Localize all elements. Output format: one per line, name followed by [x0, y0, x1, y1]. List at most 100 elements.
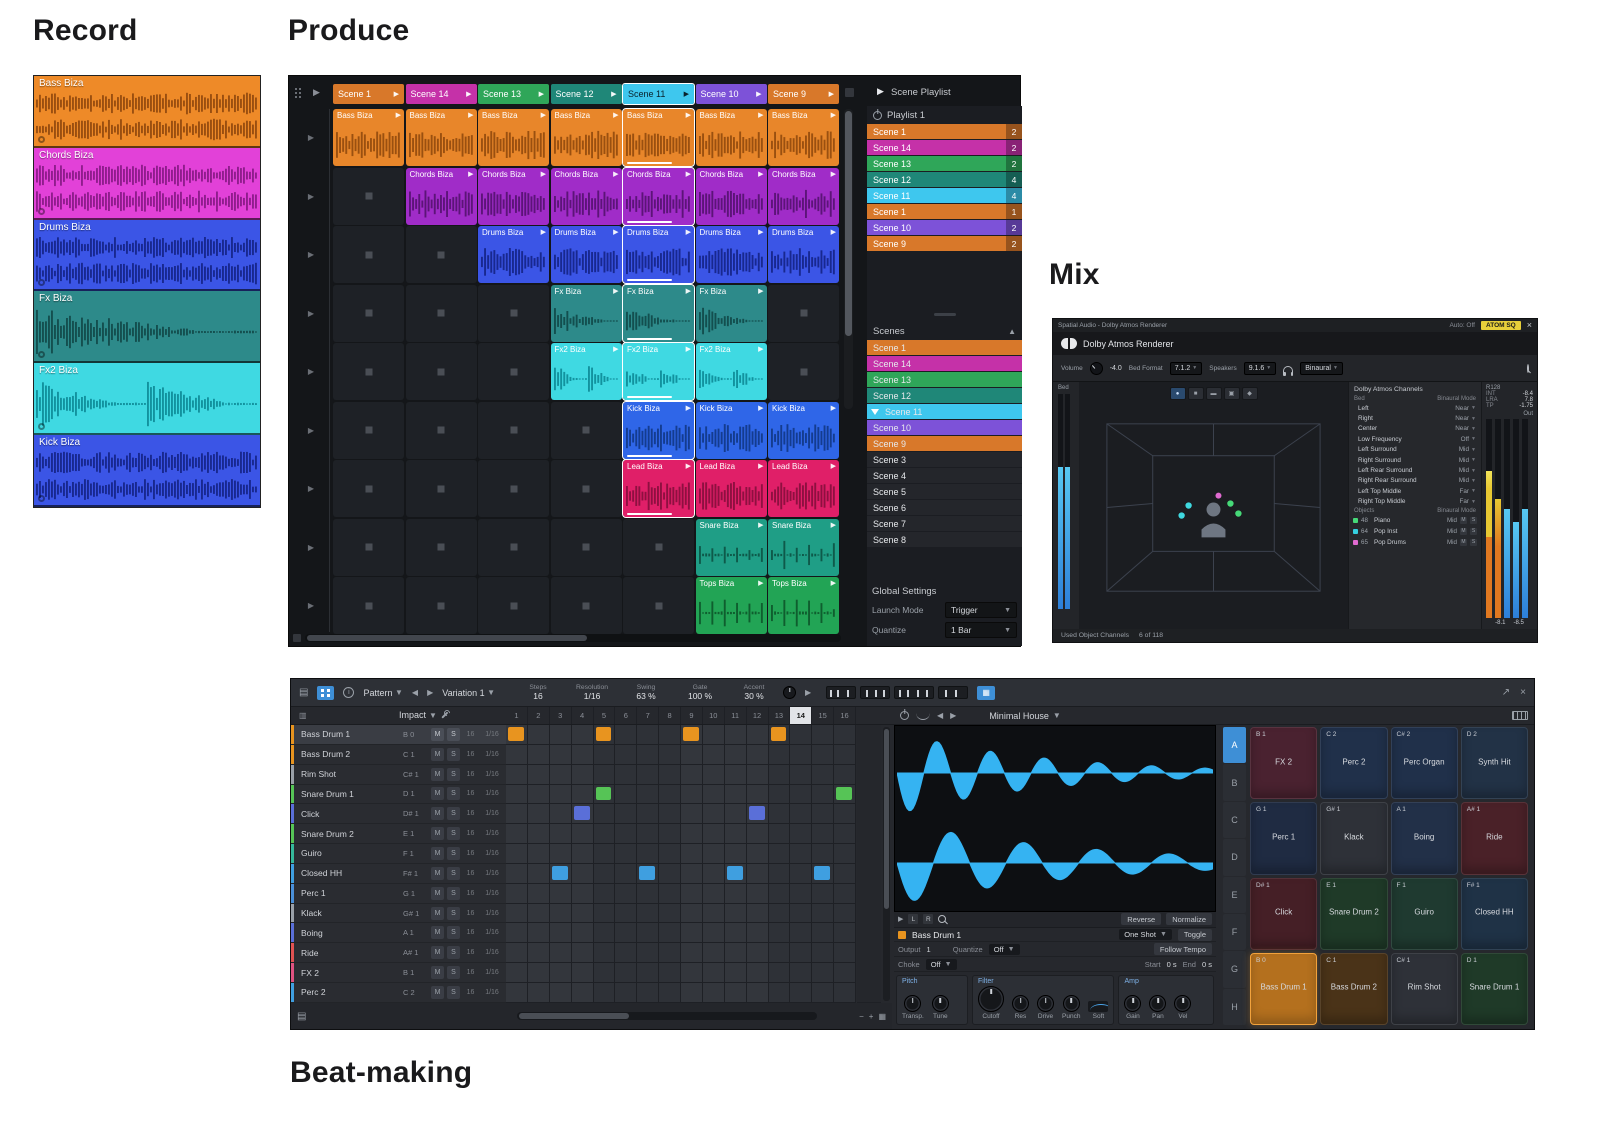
- step-cell[interactable]: [834, 824, 856, 844]
- clip-slot[interactable]: Bass Biza ▶: [623, 109, 694, 166]
- step-cell[interactable]: [594, 963, 616, 983]
- step-cell[interactable]: [812, 963, 834, 983]
- step-cell[interactable]: [659, 745, 681, 765]
- track-step-count[interactable]: 16: [463, 969, 478, 976]
- close-icon[interactable]: ×: [1520, 687, 1526, 698]
- track-step-count[interactable]: 16: [463, 810, 478, 817]
- pad-bank-button[interactable]: C: [1223, 802, 1246, 838]
- step-cell[interactable]: [681, 765, 703, 785]
- mute-button[interactable]: M: [431, 787, 444, 800]
- instrument-list-icon[interactable]: ▥: [299, 711, 307, 720]
- clip-play-icon[interactable]: ▶: [686, 345, 691, 353]
- pad-bank-button[interactable]: D: [1223, 839, 1246, 875]
- step-number[interactable]: 12: [747, 707, 769, 724]
- clip-play-icon[interactable]: ▶: [758, 404, 763, 412]
- channel-binaural-mode[interactable]: Far: [1447, 488, 1469, 495]
- step-cell[interactable]: [528, 864, 550, 884]
- clip-play-icon[interactable]: ▶: [613, 111, 618, 119]
- solo-button[interactable]: S: [447, 966, 460, 979]
- drag-handle-icon[interactable]: [295, 88, 302, 99]
- knob-control[interactable]: Res: [1012, 995, 1029, 1020]
- clip[interactable]: Bass Biza ▶: [406, 109, 477, 166]
- clip-slot[interactable]: ▶: [478, 285, 549, 342]
- step-cell[interactable]: [637, 904, 659, 924]
- step-cell[interactable]: [725, 904, 747, 924]
- track-info[interactable]: Guiro F 1 M S 16 1/16: [291, 844, 506, 864]
- preset-select[interactable]: Minimal House ▼: [989, 711, 1060, 721]
- step-cell[interactable]: [528, 844, 550, 864]
- step-cell[interactable]: [769, 824, 791, 844]
- step-cell[interactable]: [550, 785, 572, 805]
- step-cell[interactable]: [834, 923, 856, 943]
- scrollbar-thumb[interactable]: [884, 729, 889, 909]
- view-listener-button[interactable]: ●: [1170, 387, 1186, 400]
- solo-button[interactable]: S: [447, 768, 460, 781]
- stop-button[interactable]: [583, 427, 590, 434]
- scene-list-row[interactable]: Scene 10: [867, 420, 1022, 435]
- clip[interactable]: Kick Biza ▶: [623, 402, 694, 459]
- step-cell[interactable]: [528, 904, 550, 924]
- audio-track[interactable]: Chords Biza: [34, 148, 260, 220]
- clip[interactable]: Chords Biza ▶: [406, 168, 477, 225]
- step-cell[interactable]: [725, 824, 747, 844]
- expand-params-icon[interactable]: ▶: [805, 688, 811, 697]
- step-number[interactable]: 3: [550, 707, 572, 724]
- atmos-channel-row[interactable]: Center Near ▼: [1349, 424, 1481, 434]
- step-number[interactable]: 13: [769, 707, 791, 724]
- step-cell[interactable]: [769, 983, 791, 1003]
- step-cell[interactable]: [550, 804, 572, 824]
- step-cell[interactable]: [506, 884, 528, 904]
- step-cell[interactable]: [637, 884, 659, 904]
- step-cell[interactable]: [834, 963, 856, 983]
- track-info[interactable]: Boing A 1 M S 16 1/16: [291, 923, 506, 943]
- step-cell[interactable]: [506, 745, 528, 765]
- step-cell[interactable]: [594, 765, 616, 785]
- step-cell[interactable]: [572, 943, 594, 963]
- step-cell[interactable]: [615, 963, 637, 983]
- track-info[interactable]: Click D# 1 M S 16 1/16: [291, 804, 506, 824]
- clip-slot[interactable]: Bass Biza ▶: [768, 109, 839, 166]
- clip-slot[interactable]: ▶: [768, 285, 839, 342]
- clip[interactable]: Fx2 Biza ▶: [696, 343, 767, 400]
- zoom-in-icon[interactable]: +: [869, 1012, 874, 1021]
- step-cell[interactable]: [550, 943, 572, 963]
- stop-button[interactable]: [583, 602, 590, 609]
- solo-button[interactable]: S: [447, 847, 460, 860]
- clip-play-icon[interactable]: ▶: [613, 345, 618, 353]
- clip-slot[interactable]: Fx Biza ▶: [696, 285, 767, 342]
- track-info[interactable]: Snare Drum 2 E 1 M S 16 1/16: [291, 824, 506, 844]
- step-cell[interactable]: [594, 884, 616, 904]
- clip-slot[interactable]: Kick Biza ▶: [696, 402, 767, 459]
- clip[interactable]: Chords Biza ▶: [551, 168, 622, 225]
- object-mute-button[interactable]: M: [1460, 528, 1467, 535]
- step-cell[interactable]: [747, 804, 769, 824]
- clip[interactable]: Drums Biza ▶: [768, 226, 839, 283]
- quantize-select[interactable]: 1 Bar▼: [945, 622, 1017, 638]
- step-cell[interactable]: [659, 884, 681, 904]
- step-cell[interactable]: [572, 983, 594, 1003]
- channel-binaural-mode[interactable]: Near: [1447, 425, 1469, 432]
- step-number[interactable]: 9: [681, 707, 703, 724]
- step-cell[interactable]: [659, 844, 681, 864]
- drum-pad[interactable]: E 1 Snare Drum 2: [1320, 878, 1387, 950]
- clip-slot[interactable]: ▶: [478, 460, 549, 517]
- view-3d-button[interactable]: ◆: [1242, 387, 1258, 400]
- clip-slot[interactable]: Tops Biza ▶: [696, 577, 767, 634]
- row-expand-chevron[interactable]: ▶: [289, 402, 333, 459]
- step-cell[interactable]: [703, 963, 725, 983]
- knob[interactable]: [1149, 995, 1166, 1012]
- step-cell[interactable]: [528, 804, 550, 824]
- drum-track-row[interactable]: Snare Drum 2 E 1 M S 16 1/16: [291, 824, 892, 844]
- scene-list-row[interactable]: Scene 6: [867, 500, 1022, 515]
- step-cell[interactable]: [572, 765, 594, 785]
- knob[interactable]: [1063, 995, 1080, 1012]
- step-cell[interactable]: [550, 844, 572, 864]
- mute-button[interactable]: M: [431, 867, 444, 880]
- step-cell[interactable]: [681, 804, 703, 824]
- stop-button[interactable]: [510, 427, 517, 434]
- track-info[interactable]: Perc 1 G 1 M S 16 1/16: [291, 884, 506, 904]
- clip-play-icon[interactable]: ▶: [831, 521, 836, 529]
- playlist-scene-row[interactable]: Scene 1 2: [867, 124, 1022, 139]
- step-cell[interactable]: [834, 804, 856, 824]
- step-cell[interactable]: [506, 725, 528, 745]
